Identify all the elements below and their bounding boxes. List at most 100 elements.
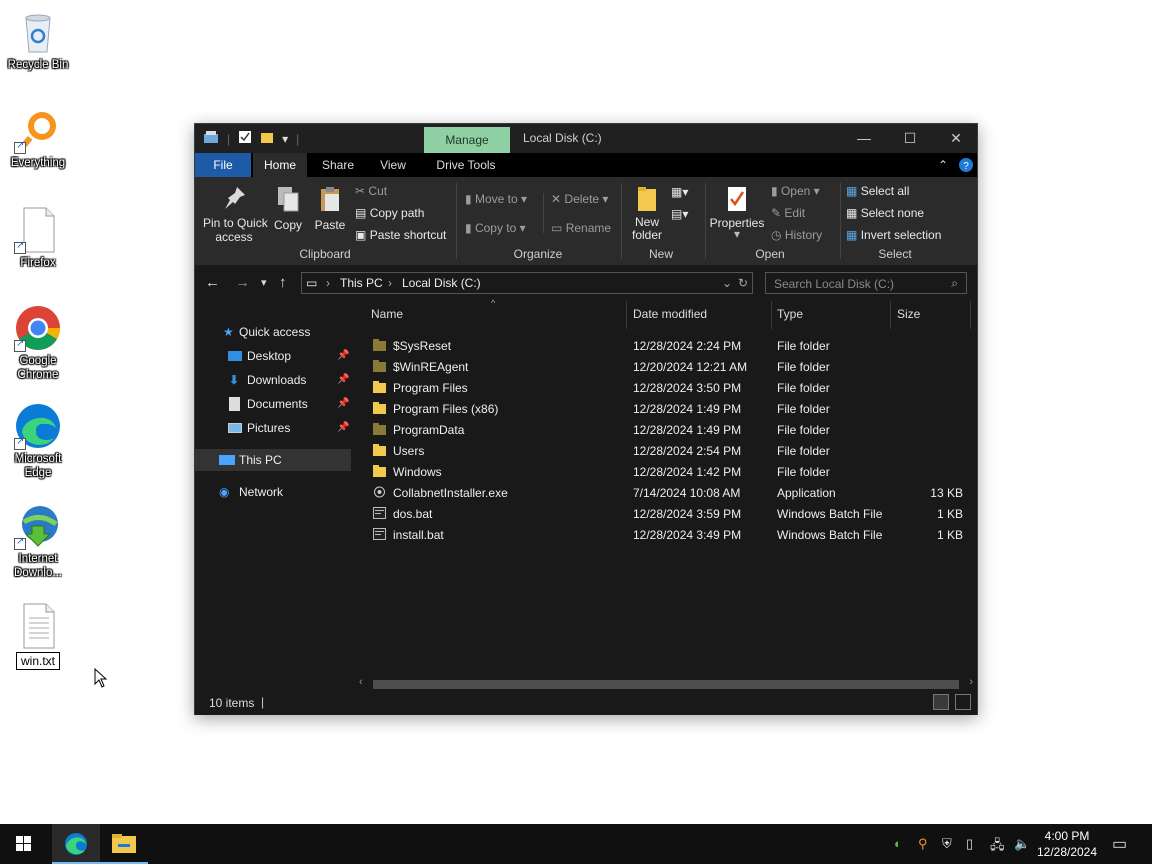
tab-drive-tools[interactable]: Drive Tools [425,153,507,177]
rename-button[interactable]: ▭ Rename [551,221,611,235]
desktop-icon-microsoft-edge[interactable]: Microsoft Edge [4,402,72,480]
delete-button[interactable]: ✕ Delete ▾ [551,192,608,206]
everything-tray-icon[interactable]: ⚲ [918,836,928,852]
volume-muted-icon[interactable]: 🔈 [1014,836,1030,852]
desktop-icon-recycle-bin[interactable]: Recycle Bin [4,8,72,72]
file-row[interactable]: Program Files (x86) 12/28/2024 1:49 PM Fil… [367,399,967,420]
column-header-date-modified[interactable]: Date modified [633,307,707,321]
nav-network[interactable]: ◉ Network [195,481,351,503]
copy-button[interactable]: Copy [271,185,305,232]
properties-button[interactable]: Properties ▾ [709,185,765,240]
file-row[interactable]: $SysReset 12/28/2024 2:24 PM File folder [367,336,967,357]
column-divider[interactable] [771,301,772,329]
properties-qat-icon[interactable] [238,130,252,147]
new-folder-qat-icon[interactable] [260,130,274,147]
back-arrow-icon[interactable]: ← [205,274,220,291]
file-row[interactable]: $WinREAgent 12/20/2024 12:21 AM File folde… [367,357,967,378]
file-name: $WinREAgent [393,360,469,374]
column-divider[interactable] [890,301,891,329]
qat-customize-chevron-icon[interactable]: ▾ [282,132,288,146]
new-folder-button[interactable]: New folder [629,185,665,242]
tab-share[interactable]: Share [311,153,365,177]
column-header-size[interactable]: Size [897,307,920,321]
refresh-icon[interactable]: ↻ [738,276,748,290]
history-button[interactable]: ◷ History [771,228,822,242]
minimize-button[interactable]: — [841,124,887,153]
desktop-icon-firefox[interactable]: Firefox [4,206,72,270]
invert-selection-button[interactable]: ▦ Invert selection [846,228,941,242]
desktop-icon-internet-download-manager[interactable]: Internet Downlo... [4,502,72,580]
tab-home[interactable]: Home [253,153,307,177]
tab-manage[interactable]: Manage [424,127,510,153]
breadcrumb-this-pc[interactable]: This PC [340,276,383,290]
file-type: File folder [777,360,830,374]
desktop-icon-win-txt[interactable]: win.txt [4,602,72,670]
idm-tray-icon[interactable]: ◐ [894,836,902,851]
system-clock[interactable]: 4:00 PM 12/28/2024 [1032,828,1102,860]
edit-button[interactable]: ✎ Edit [771,206,805,220]
column-divider[interactable] [970,301,971,329]
select-none-button[interactable]: ▦ Select none [846,206,924,220]
address-bar[interactable]: ▭ › This PC › Local Disk (C:) ⌄ ↻ [301,272,753,294]
explorer-app-icon[interactable] [203,130,219,147]
paste-button[interactable]: Paste [313,185,347,232]
column-divider[interactable] [626,301,627,329]
desktop-icon-google-chrome[interactable]: Google Chrome [4,304,72,382]
file-row[interactable]: Windows 12/28/2024 1:42 PM File folder [367,462,967,483]
open-button[interactable]: ▮ Open ▾ [771,184,820,198]
rename-input[interactable]: win.txt [15,652,60,670]
forward-arrow-icon[interactable]: → [235,274,250,291]
search-box[interactable]: Search Local Disk (C:) ⌕ [765,272,967,294]
pin-to-quick-access-button[interactable]: Pin to Quick access [203,185,268,244]
nav-documents[interactable]: Documents 📌 [195,393,351,415]
up-arrow-icon[interactable]: ↑ [279,274,287,291]
nav-downloads[interactable]: ⬇ Downloads 📌 [195,369,351,391]
column-header-name[interactable]: Name [371,307,403,321]
close-button[interactable]: ✕ [933,124,979,153]
security-shield-tray-icon[interactable]: ⛨ [942,836,952,852]
recent-locations-chevron-icon[interactable]: ▾ [261,276,267,289]
start-button[interactable] [0,824,48,864]
paste-shortcut-button[interactable]: ▣ Paste shortcut [355,228,446,242]
file-row[interactable]: CollabnetInstaller.exe 7/14/2024 10:08 AM… [367,483,967,504]
scrollbar-thumb[interactable] [373,680,959,689]
select-all-button[interactable]: ▦ Select all [846,184,909,198]
new-item-button[interactable]: ▦▾ [671,185,688,199]
maximize-button[interactable]: ☐ [887,124,933,153]
select-all-label: Select all [860,184,910,198]
cut-button[interactable]: ✂ Cut [355,184,387,198]
file-row[interactable]: Users 12/28/2024 2:54 PM File folder [367,441,967,462]
large-icons-view-icon[interactable] [955,694,971,710]
move-to-button[interactable]: ▮ Move to ▾ [465,192,527,206]
column-header-type[interactable]: Type [777,307,803,321]
tab-file[interactable]: File [195,153,251,177]
scroll-right-icon[interactable]: › [969,676,973,688]
taskbar-file-explorer[interactable] [100,824,148,864]
copy-path-button[interactable]: ▤ Copy path [355,206,424,220]
notifications-icon[interactable]: ▭ [1112,834,1127,854]
horizontal-scrollbar[interactable]: ‹ › [355,676,977,691]
easy-access-button[interactable]: ▤▾ [671,207,688,221]
shortcut-arrow-icon [14,338,26,352]
scroll-left-icon[interactable]: ‹ [359,676,363,688]
usb-tray-icon[interactable]: ▯ [966,836,973,852]
copy-to-button[interactable]: ▮ Copy to ▾ [465,221,526,235]
file-row[interactable]: ProgramData 12/28/2024 1:49 PM File folder [367,420,967,441]
nav-this-pc[interactable]: This PC [195,449,351,471]
details-view-icon[interactable] [933,694,949,710]
file-row[interactable]: Program Files 12/28/2024 3:50 PM File fold… [367,378,967,399]
breadcrumb-local-disk[interactable]: Local Disk (C:) [402,276,481,290]
collapse-ribbon-chevron-icon[interactable]: ⌃ [935,153,951,177]
desktop-icon-everything[interactable]: Everything [4,106,72,170]
tab-view[interactable]: View [367,153,419,177]
network-tray-icon[interactable]: 🖧 [990,836,1005,858]
nav-pictures[interactable]: Pictures 📌 [195,417,351,439]
file-row[interactable]: dos.bat 12/28/2024 3:59 PM Windows Batch F… [367,504,967,525]
address-history-chevron-icon[interactable]: ⌄ [722,276,732,290]
help-icon[interactable]: ? [957,153,975,177]
delete-x-icon: ✕ [551,192,562,206]
nav-desktop[interactable]: Desktop 📌 [195,345,351,367]
file-row[interactable]: install.bat 12/28/2024 3:49 PM Windows Bat… [367,525,967,546]
taskbar-edge[interactable] [52,824,100,864]
nav-quick-access[interactable]: ★ Quick access [195,321,351,343]
